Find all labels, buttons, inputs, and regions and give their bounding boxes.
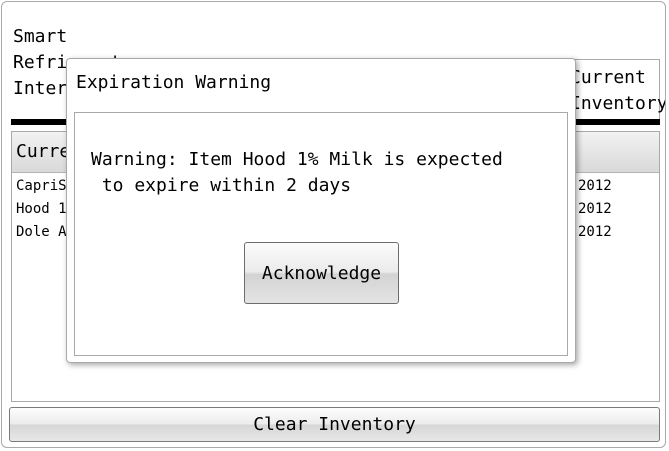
item-date: 2012 (578, 178, 612, 194)
item-date: 2012 (578, 224, 612, 240)
warning-message: Warning: Item Hood 1% Milk is expected t… (91, 149, 503, 196)
clear-inventory-button[interactable]: Clear Inventory (9, 407, 660, 442)
dialog-body: Warning: Item Hood 1% Milk is expected t… (74, 112, 568, 356)
tab-current-inventory-label: Current Inventory (570, 67, 666, 114)
expiration-warning-dialog: Expiration Warning Warning: Item Hood 1%… (66, 58, 576, 363)
item-date: 2012 (578, 201, 612, 217)
dialog-title: Expiration Warning (76, 72, 272, 93)
acknowledge-button[interactable]: Acknowledge (244, 242, 399, 304)
